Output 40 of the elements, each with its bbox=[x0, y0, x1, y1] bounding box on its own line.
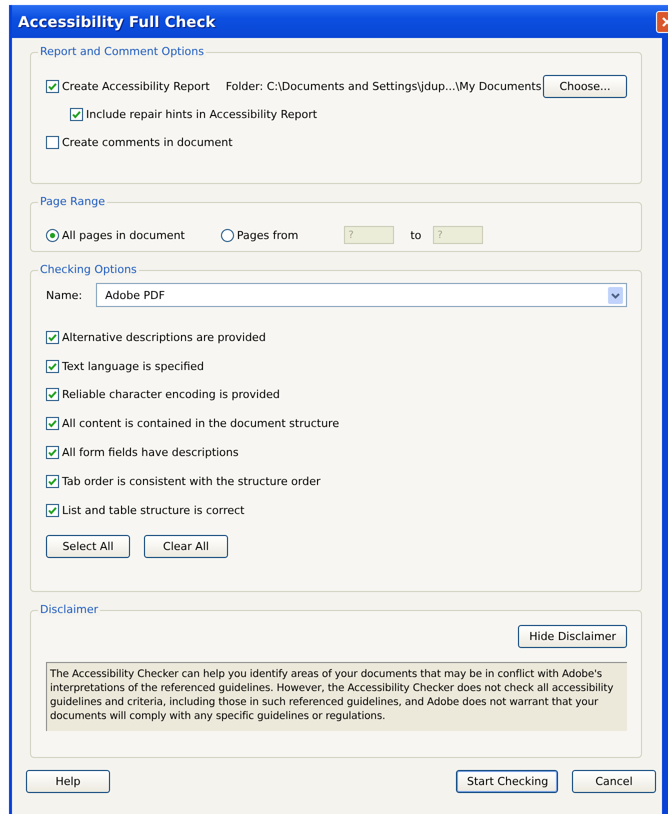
checkbox[interactable] bbox=[46, 330, 59, 344]
group-title: Page Range bbox=[38, 195, 107, 208]
checkbox[interactable] bbox=[46, 417, 59, 430]
checkbox[interactable] bbox=[46, 474, 59, 488]
window-title: Accessibility Full Check bbox=[17, 12, 216, 30]
checkbox-label: Alternative descriptions are provided bbox=[62, 330, 266, 344]
checkbox[interactable] bbox=[46, 80, 59, 92]
disclaimer-text: The Accessibility Checker can help you identify areas of your documents that may be in conflict with Adobe's interpretations of the referenced guidelines. However, the Accessibility Checker does not check all accessibility guidelines and criteria, including those in such referenced guidelines, and Adobe does not warrant that your documents will comply with any specific guidelines or regulations. bbox=[46, 662, 627, 731]
selection-button[interactable]: Select All bbox=[46, 534, 130, 558]
dialog-button[interactable]: Help bbox=[26, 770, 110, 793]
radio-button[interactable] bbox=[46, 228, 59, 242]
checkbox-label: Create comments in document bbox=[62, 136, 233, 148]
selection-button[interactable]: Clear All bbox=[144, 534, 228, 558]
checkbox[interactable] bbox=[46, 504, 59, 517]
checkbox-label: All form fields have descriptions bbox=[62, 446, 239, 460]
checkbox-label: Text language is specified bbox=[62, 360, 204, 373]
checkbox[interactable] bbox=[46, 388, 59, 402]
hide-disclaimer-button[interactable]: Hide Disclaimer bbox=[518, 625, 627, 648]
checkbox-label: Tab order is consistent with the structure order bbox=[62, 474, 320, 488]
name-dropdown[interactable]: Adobe PDF bbox=[96, 283, 627, 307]
checkbox-label: Create Accessibility Report bbox=[62, 80, 210, 92]
group-title: Disclaimer bbox=[38, 603, 100, 616]
dialog-button[interactable]: Cancel bbox=[572, 770, 656, 793]
to-label: to bbox=[410, 228, 422, 242]
radio-label: All pages in document bbox=[62, 228, 185, 242]
choose-button[interactable]: Choose... bbox=[543, 74, 627, 98]
group-title: Checking Options bbox=[38, 263, 139, 276]
checkbox-label: List and table structure is correct bbox=[62, 504, 244, 517]
checkbox-label: Include repair hints in Accessibility Report bbox=[86, 108, 318, 120]
checkbox[interactable] bbox=[46, 446, 59, 460]
checkbox[interactable] bbox=[70, 108, 83, 120]
folder-path: Folder: C:\Documents and Settings\jdup...\My Documents bbox=[226, 80, 542, 92]
checkbox-label: All content is contained in the document structure bbox=[62, 417, 340, 430]
group-title: Report and Comment Options bbox=[38, 45, 206, 58]
checkbox[interactable] bbox=[46, 360, 59, 373]
radio-label: Pages from bbox=[236, 228, 298, 242]
checkbox-label: Reliable character encoding is provided bbox=[62, 388, 280, 402]
checkbox[interactable] bbox=[46, 136, 59, 148]
dialog-button[interactable]: Start Checking bbox=[456, 770, 558, 793]
name-label: Name: bbox=[46, 288, 82, 302]
